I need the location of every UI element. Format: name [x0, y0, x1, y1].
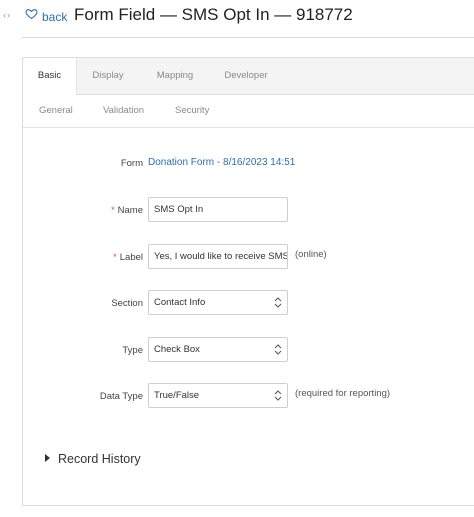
tab-display[interactable]: Display [83, 58, 133, 94]
section-label: Section [111, 298, 143, 309]
subtab-validation[interactable]: Validation [103, 95, 144, 127]
subtab-security[interactable]: Security [175, 95, 209, 127]
label-label: * Label [113, 252, 143, 263]
record-history-toggle[interactable]: Record History [45, 452, 141, 466]
page-header: ‹› back Form Field — SMS Opt In — 918772 [0, 0, 474, 36]
header-divider [22, 37, 474, 38]
page-title: Form Field — SMS Opt In — 918772 [74, 5, 353, 24]
name-label: * Name [110, 205, 143, 216]
subtab-general[interactable]: General [39, 95, 73, 127]
type-label: Type [122, 345, 143, 356]
select-arrows-icon [274, 344, 282, 355]
name-input[interactable]: SMS Opt In [148, 197, 288, 222]
data-type-select[interactable]: True/False [148, 383, 288, 408]
heart-icon[interactable] [25, 7, 38, 20]
collapse-arrows-icon[interactable]: ‹› [3, 10, 11, 20]
form-link[interactable]: Donation Form - 8/16/2023 14:51 [148, 157, 295, 168]
tab-developer[interactable]: Developer [216, 58, 276, 94]
select-arrows-icon [274, 390, 282, 401]
form-field-panel: Basic Display Mapping Developer General … [22, 57, 474, 506]
required-marker: * [113, 252, 117, 263]
form-label: Form [120, 158, 143, 169]
label-input[interactable]: Yes, I would like to receive SMS [148, 244, 288, 269]
reporting-hint: (required for reporting) [295, 388, 391, 399]
online-hint: (online) [295, 249, 327, 260]
tab-basic[interactable]: Basic [23, 58, 77, 95]
select-arrows-icon [274, 297, 282, 308]
required-marker: * [110, 205, 115, 216]
type-select[interactable]: Check Box [148, 337, 288, 362]
data-type-label: Data Type [99, 391, 143, 402]
tab-bar: Basic Display Mapping Developer [23, 58, 474, 95]
tab-mapping[interactable]: Mapping [147, 58, 203, 94]
record-history-label: Record History [58, 452, 141, 466]
back-link[interactable]: back [42, 10, 67, 24]
section-select[interactable]: Contact Info [148, 290, 288, 315]
subtab-bar: General Validation Security [23, 95, 474, 128]
caret-right-icon [45, 454, 50, 462]
